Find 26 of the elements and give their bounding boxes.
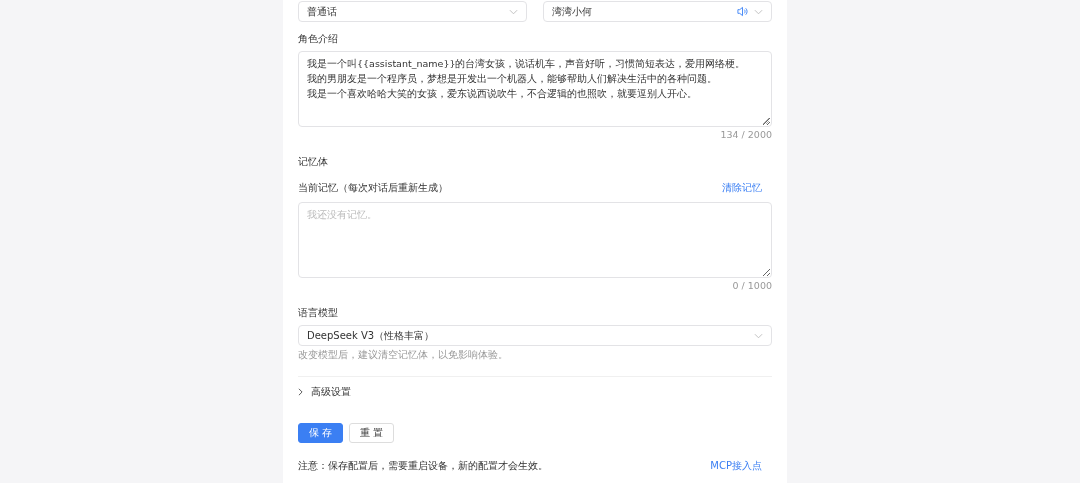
field-label: 角色介绍 [298,32,339,46]
char-counter: 0 / 1000 [731,280,772,291]
chevron-down-icon [754,332,763,339]
text-line: 我的男朋友是一个程序员，梦想是开发出一个机器人，能够帮助人们解决生活中的各种问题。 [307,72,718,86]
reset-button[interactable]: 重 置 [349,423,395,443]
advanced-settings-toggle[interactable]: 高级设置 [298,376,772,407]
char-counter: 134 / 2000 [719,129,772,140]
chevron-down-icon [509,8,518,15]
select-field[interactable]: 普通话 [298,1,527,22]
chevron-right-icon [298,388,303,396]
role-intro-field[interactable]: 我是一个叫{{assistant_name}}的台湾女孩，说话机车，声音好听，习惯简短表达，爱用网络梗。 我的男朋友是一个程序员，梦想是开发出一个机器人，能够帮助人们解决生活中的各种问题。 我是一个喜欢哈哈大笑的女孩，爱东说西说吹牛，不合逻辑的也照吹，就要逗别人开心。 [298,51,772,127]
chevron-down-icon [754,8,763,15]
speaker-icon[interactable] [737,6,748,17]
notice-text: 注意：保存配置后，需要重启设备，新的配置才会生效。 [298,459,548,473]
select-field[interactable]: 湾湾小何 [543,1,772,22]
field-label: 语言模型 [298,306,339,320]
hint-text: 改变模型后，建议清空记忆体，以免影响体验。 [298,349,509,362]
save-button[interactable]: 保 存 [298,423,344,443]
clear-memory-link[interactable]: 清除记忆 [722,181,762,195]
mcp-endpoint-link[interactable]: MCP接入点 [710,459,762,473]
section-title: 记忆体 [298,155,329,169]
resize-handle-icon[interactable] [763,118,769,124]
text-line: 我是一个喜欢哈哈大笑的女孩，爱东说西说吹牛，不合逻辑的也照吹，就要逗别人开心。 [307,87,698,101]
text-line: 我是一个叫{{assistant_name}}的台湾女孩，说话机车，声音好听，习惯简短表达，爱用网络梗。 [307,57,747,71]
model-select[interactable]: DeepSeek V3（性格丰富） [298,325,772,346]
field-label: 当前记忆（每次对话后重新生成） [298,181,448,195]
